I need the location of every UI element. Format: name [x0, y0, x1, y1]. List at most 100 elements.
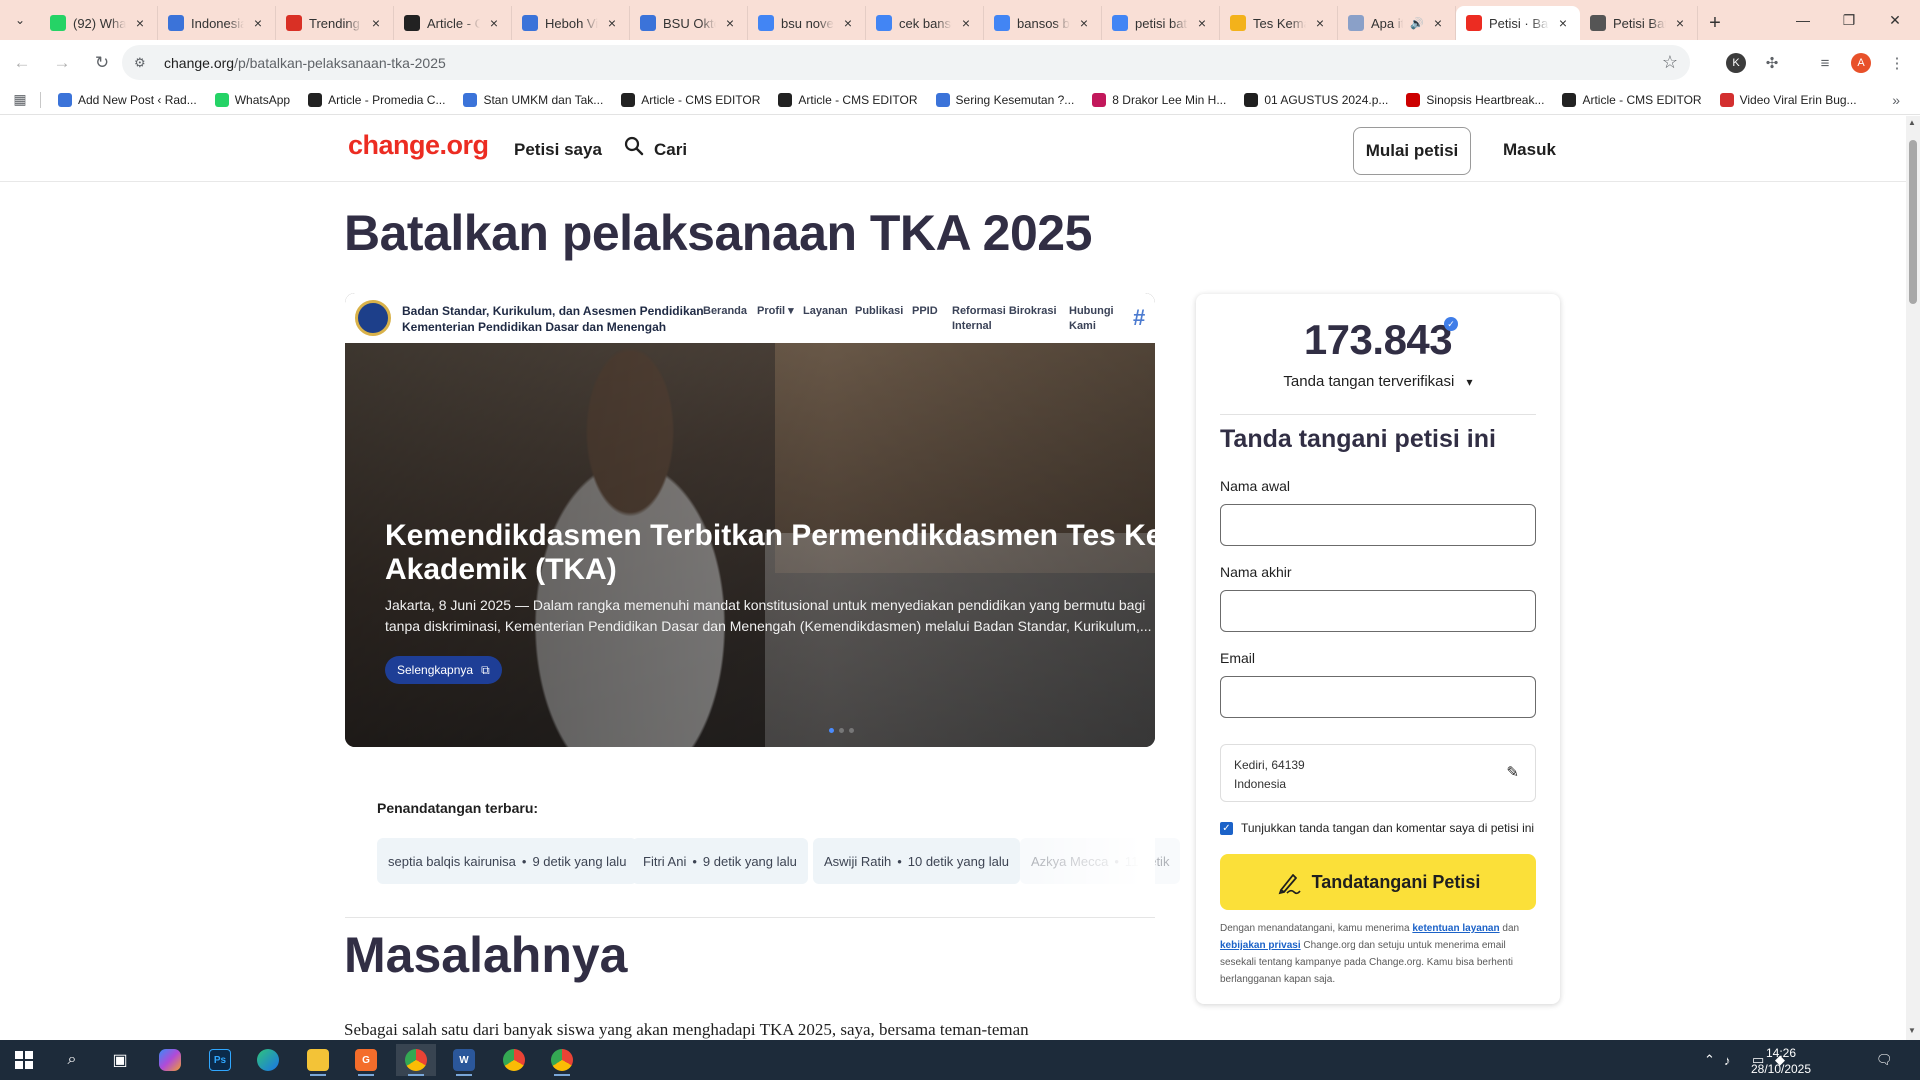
more-bookmarks-icon[interactable]: »: [1892, 92, 1900, 108]
show-signature-checkbox[interactable]: ✓: [1220, 821, 1233, 835]
scroll-thumb[interactable]: [1909, 140, 1917, 304]
browser-tab[interactable]: bsu november ×: [748, 6, 866, 40]
file-explorer-icon[interactable]: [298, 1044, 338, 1076]
change-logo[interactable]: change.org: [348, 130, 489, 161]
edit-pencil-icon[interactable]: ✎: [1506, 763, 1519, 782]
browser-tab[interactable]: Petisi · Batalkan ×: [1456, 6, 1580, 40]
first-name-field[interactable]: [1220, 504, 1536, 546]
tab-close-icon[interactable]: ×: [1313, 15, 1327, 31]
tab-close-icon[interactable]: ×: [251, 15, 265, 31]
apps-grid-icon[interactable]: ▦: [0, 91, 40, 108]
tab-close-icon[interactable]: ×: [487, 15, 501, 31]
show-signature-option[interactable]: ✓ Tunjukkan tanda tangan dan komentar sa…: [1220, 821, 1534, 835]
profile-k-icon[interactable]: K: [1721, 48, 1751, 78]
scroll-up-icon[interactable]: ▲: [1908, 118, 1916, 127]
windows-start-icon[interactable]: [4, 1044, 44, 1076]
chrome-profile-a-icon[interactable]: [396, 1044, 436, 1076]
back-icon[interactable]: ←: [4, 45, 40, 81]
system-clock[interactable]: 14:26 28/10/2025: [1736, 1045, 1826, 1077]
terms-of-service-link[interactable]: ketentuan layanan: [1412, 923, 1499, 934]
privacy-policy-link[interactable]: kebijakan privasi: [1220, 940, 1301, 951]
reload-icon[interactable]: ↻: [84, 45, 120, 81]
bookmark-item[interactable]: 8 Drakor Lee Min H...: [1083, 92, 1235, 107]
photoshop-icon[interactable]: Ps: [200, 1044, 240, 1076]
minimize-icon[interactable]: —: [1780, 0, 1826, 40]
tab-close-icon[interactable]: ×: [841, 15, 855, 31]
browser-tab[interactable]: BSU Oktober ×: [630, 6, 748, 40]
sign-petition-button[interactable]: Tandatangani Petisi: [1220, 854, 1536, 910]
nav-my-petitions[interactable]: Petisi saya: [514, 140, 602, 160]
new-tab-icon[interactable]: +: [1698, 6, 1732, 40]
bookmark-item[interactable]: WhatsApp: [206, 92, 299, 107]
tab-close-icon[interactable]: ×: [369, 15, 383, 31]
browser-tab[interactable]: (92) WhatsApp ×: [40, 6, 158, 40]
browser-tab[interactable]: cek bansos ×: [866, 6, 984, 40]
location-field[interactable]: Kediri, 64139 Indonesia ✎: [1220, 744, 1536, 802]
bookmark-star-icon[interactable]: ☆: [1662, 52, 1678, 73]
verified-signatures-toggle[interactable]: Tanda tangan terverifikasi ▾: [1196, 373, 1560, 390]
notification-icon[interactable]: 🗨: [1876, 1040, 1893, 1080]
search-icon[interactable]: [624, 136, 644, 156]
tab-close-icon[interactable]: ×: [1431, 15, 1445, 31]
profile-a-icon[interactable]: A: [1846, 48, 1876, 78]
bookmark-item[interactable]: Sinopsis Heartbreak...: [1397, 92, 1553, 107]
bookmark-item[interactable]: Add New Post ‹ Rad...: [49, 92, 206, 107]
tab-close-icon[interactable]: ×: [1673, 15, 1687, 31]
hero-agency-line2: Kementerian Pendidikan Dasar dan Menenga…: [402, 320, 667, 334]
bookmark-item[interactable]: Article - CMS EDITOR: [1553, 92, 1710, 107]
menu-kebab-icon[interactable]: ⋮: [1882, 48, 1912, 78]
tab-close-icon[interactable]: ×: [605, 15, 619, 31]
browser-tab[interactable]: Heboh Video ×: [512, 6, 630, 40]
media-control-icon[interactable]: ≡: [1810, 48, 1840, 78]
bookmark-item[interactable]: Article - CMS EDITOR: [769, 92, 926, 107]
scroll-down-icon[interactable]: ▼: [1908, 1026, 1916, 1035]
browser-tab[interactable]: Indonesia ×: [158, 6, 276, 40]
login-link[interactable]: Masuk: [1503, 140, 1556, 160]
bookmark-item[interactable]: Article - Promedia C...: [299, 92, 454, 107]
email-field[interactable]: [1220, 676, 1536, 718]
word-icon[interactable]: W: [444, 1044, 484, 1076]
bookmark-item[interactable]: Article - CMS EDITOR: [612, 92, 769, 107]
chrome-icon[interactable]: [494, 1044, 534, 1076]
site-info-icon[interactable]: ⚙: [134, 55, 154, 71]
browser-tab[interactable]: bansos b ×: [984, 6, 1102, 40]
bookmark-item[interactable]: Stan UMKM dan Tak...: [454, 92, 612, 107]
browser-tab[interactable]: Petisi Batalkan ×: [1580, 6, 1698, 40]
chrome-profile-k-icon[interactable]: [542, 1044, 582, 1076]
tab-close-icon[interactable]: ×: [723, 15, 737, 31]
bookmark-item[interactable]: Video Viral Erin Bug...: [1711, 92, 1866, 107]
close-window-icon[interactable]: ✕: [1872, 0, 1918, 40]
tab-search-icon[interactable]: ⌄: [0, 0, 40, 40]
tab-close-icon[interactable]: ×: [959, 15, 973, 31]
browser-tab[interactable]: Apa itu 🔊 ×: [1338, 6, 1456, 40]
browser-tab[interactable]: Trending ×: [276, 6, 394, 40]
edge-icon[interactable]: [248, 1044, 288, 1076]
restore-icon[interactable]: ❐: [1826, 0, 1872, 40]
presentation-app-icon[interactable]: G: [346, 1044, 386, 1076]
tab-close-icon[interactable]: ×: [1077, 15, 1091, 31]
tab-close-icon[interactable]: ×: [133, 15, 147, 31]
task-view-icon[interactable]: ▣: [100, 1044, 140, 1076]
address-bar[interactable]: ⚙ change.org/p/batalkan-pelaksanaan-tka-…: [122, 45, 1690, 80]
taskbar-search-icon[interactable]: ⌕: [52, 1044, 92, 1076]
tab-close-icon[interactable]: ×: [1556, 15, 1570, 31]
bookmark-item[interactable]: Sering Kesemutan ?...: [927, 92, 1084, 107]
copilot-icon[interactable]: [150, 1044, 190, 1076]
forward-icon[interactable]: →: [44, 45, 80, 81]
location-city: Kediri, 64139: [1234, 758, 1305, 772]
browser-tab[interactable]: Tes Kemampuan ×: [1220, 6, 1338, 40]
tab-audio-icon[interactable]: 🔊: [1410, 17, 1424, 30]
hero-nav-hubungi-1: Hubungi: [1069, 305, 1114, 317]
volume-icon[interactable]: ♪: [1724, 1040, 1731, 1080]
tab-close-icon[interactable]: ×: [1195, 15, 1209, 31]
page-scrollbar[interactable]: ▲ ▼: [1906, 116, 1920, 1040]
tray-chevron-up-icon[interactable]: ⌃: [1704, 1040, 1715, 1080]
extensions-icon[interactable]: ✣: [1757, 48, 1787, 78]
page-icon: [1348, 15, 1364, 31]
start-petition-button[interactable]: Mulai petisi: [1353, 127, 1471, 175]
last-name-field[interactable]: [1220, 590, 1536, 632]
nav-search[interactable]: Cari: [654, 140, 687, 160]
browser-tab[interactable]: Article - CMS ×: [394, 6, 512, 40]
bookmark-item[interactable]: 01 AGUSTUS 2024.p...: [1235, 92, 1397, 107]
browser-tab[interactable]: petisi batalkan ×: [1102, 6, 1220, 40]
